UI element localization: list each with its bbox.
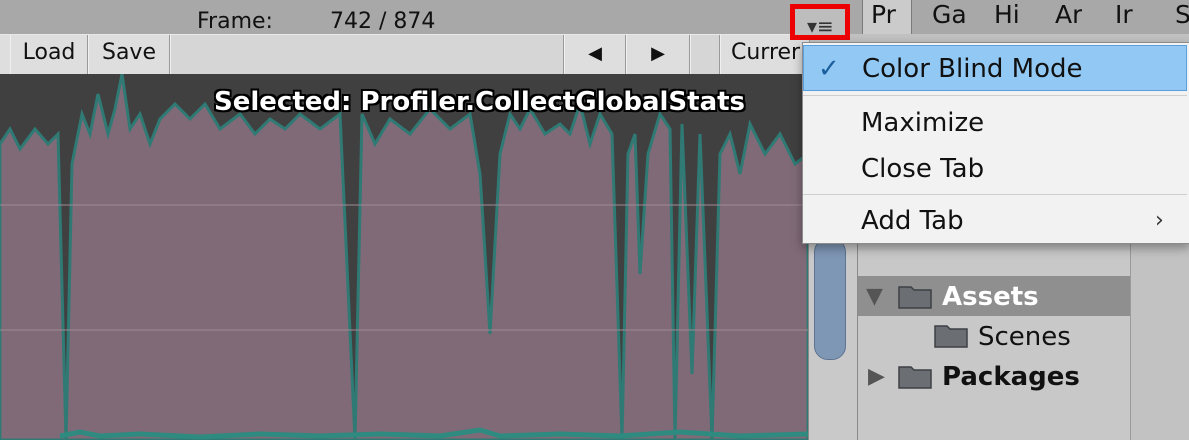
save-button[interactable]: Save xyxy=(88,35,170,75)
window-options-menu-button[interactable]: ▾≡ xyxy=(790,4,850,40)
menu-item-close-tab[interactable]: Close Tab xyxy=(803,146,1187,192)
menu-separator xyxy=(803,95,1187,96)
tree-label-packages[interactable]: Packages xyxy=(942,357,1080,397)
menu-item-add-tab[interactable]: Add Tab › xyxy=(803,198,1187,244)
arrow-left-icon: ◀ xyxy=(588,43,602,64)
tab-game[interactable]: Ga xyxy=(932,0,967,34)
folder-icon xyxy=(898,366,932,389)
tab-scene[interactable]: S xyxy=(1175,0,1189,34)
frame-label: Frame: xyxy=(197,9,273,34)
folder-icon xyxy=(934,325,968,348)
tree-label-assets: Assets xyxy=(942,282,1039,312)
arrow-right-icon: ▶ xyxy=(651,43,665,64)
scrollbar-thumb[interactable] xyxy=(814,238,846,360)
menu-item-label: Add Tab xyxy=(861,206,964,236)
tab-animator[interactable]: Ar xyxy=(1055,0,1082,34)
frame-field xyxy=(170,35,564,75)
load-button[interactable]: Load xyxy=(10,35,88,75)
chevron-right-icon: › xyxy=(1155,208,1164,233)
menu-separator xyxy=(803,194,1187,195)
selected-sample-caption: Selected: Profiler.CollectGlobalStats xyxy=(214,87,746,117)
tab-profiler[interactable]: Pr xyxy=(862,0,912,34)
menu-item-label: Close Tab xyxy=(861,154,985,184)
graph-area xyxy=(0,74,808,440)
frame-value: 742 / 874 xyxy=(330,9,436,34)
menu-item-maximize[interactable]: Maximize xyxy=(803,100,1187,146)
cpu-usage-graph[interactable] xyxy=(0,74,808,440)
graph-series-area xyxy=(0,74,808,440)
folder-icon xyxy=(898,286,932,309)
tab-hierarchy[interactable]: Hi xyxy=(994,0,1020,34)
checkmark-icon: ✓ xyxy=(818,54,840,84)
menu-icon: ▾≡ xyxy=(807,14,834,38)
menu-item-label: Maximize xyxy=(861,108,985,138)
next-frame-button[interactable]: ▶ xyxy=(626,35,690,75)
menu-item-label: Color Blind Mode xyxy=(862,54,1083,84)
tab-inspector[interactable]: Ir xyxy=(1115,0,1133,34)
previous-frame-button[interactable]: ◀ xyxy=(564,35,626,75)
current-frame-button[interactable]: Currer xyxy=(720,35,810,75)
expand-arrow-icon[interactable]: ▶ xyxy=(868,357,885,397)
toolbar-spacer xyxy=(690,35,720,75)
profiler-toolbar: Load Save ◀ ▶ Currer xyxy=(0,34,810,76)
window-options-dropdown: ✓ Color Blind Mode Maximize Close Tab Ad… xyxy=(802,42,1189,244)
tree-label-scenes[interactable]: Scenes xyxy=(978,317,1071,357)
expand-arrow-icon[interactable]: ▼ xyxy=(866,277,883,317)
menu-item-color-blind-mode[interactable]: ✓ Color Blind Mode xyxy=(803,45,1187,91)
